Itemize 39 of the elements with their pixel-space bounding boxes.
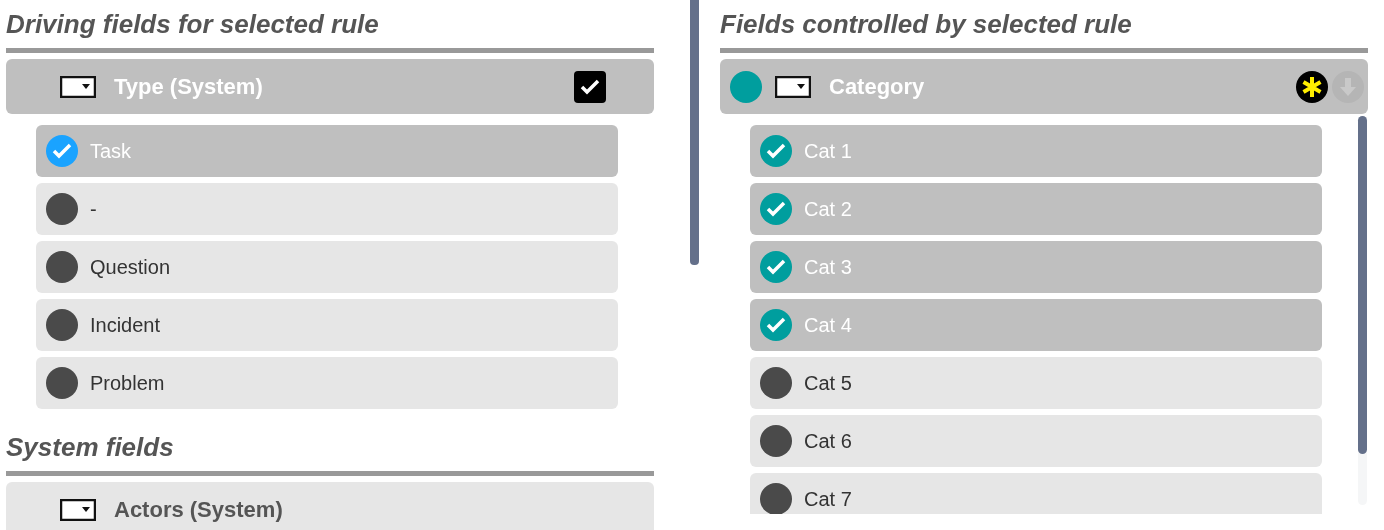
option-row[interactable]: Cat 5	[750, 357, 1322, 409]
option-label: Cat 5	[804, 371, 852, 396]
option-label: Cat 2	[804, 197, 852, 222]
dropdown-icon	[60, 498, 96, 521]
option-row[interactable]: Problem	[36, 357, 618, 409]
scrollbar[interactable]	[1358, 116, 1367, 505]
option-row[interactable]: Incident	[36, 299, 618, 351]
section-heading: Fields controlled by selected rule	[720, 7, 1133, 41]
check-icon	[760, 309, 792, 341]
asterisk-icon[interactable]	[1296, 70, 1328, 103]
option-label: Cat 4	[804, 313, 852, 338]
option-row[interactable]: Cat 6	[750, 415, 1322, 467]
check-icon	[760, 135, 792, 167]
option-row[interactable]: -	[36, 183, 618, 235]
option-label: -	[90, 197, 97, 222]
option-label: Cat 3	[804, 255, 852, 280]
option-label: Cat 1	[804, 139, 852, 164]
check-icon	[760, 251, 792, 283]
section-heading: Driving fields for selected rule	[6, 7, 380, 41]
option-row[interactable]: Cat 7	[750, 473, 1322, 514]
option-row[interactable]: Question	[36, 241, 618, 293]
option-label: Incident	[90, 313, 161, 338]
option-label: Problem	[90, 371, 165, 396]
dropdown-icon	[775, 75, 811, 98]
dropdown-icon	[60, 75, 96, 98]
scrollbar[interactable]	[690, 0, 699, 265]
field-label: Category	[829, 73, 925, 101]
check-icon	[580, 78, 600, 95]
checkbox[interactable]	[574, 70, 606, 103]
section-heading: System fields	[6, 430, 175, 464]
option-label: Cat 6	[804, 429, 852, 454]
field-header[interactable]: Actors (System)	[6, 482, 654, 530]
field-label: Actors (System)	[114, 496, 283, 524]
check-icon	[760, 193, 792, 225]
check-icon	[46, 135, 78, 167]
field-label: Type (System)	[114, 73, 263, 101]
option-label: Task	[90, 139, 132, 164]
option-label: Question	[90, 255, 171, 280]
option-label: Cat 7	[804, 487, 852, 512]
